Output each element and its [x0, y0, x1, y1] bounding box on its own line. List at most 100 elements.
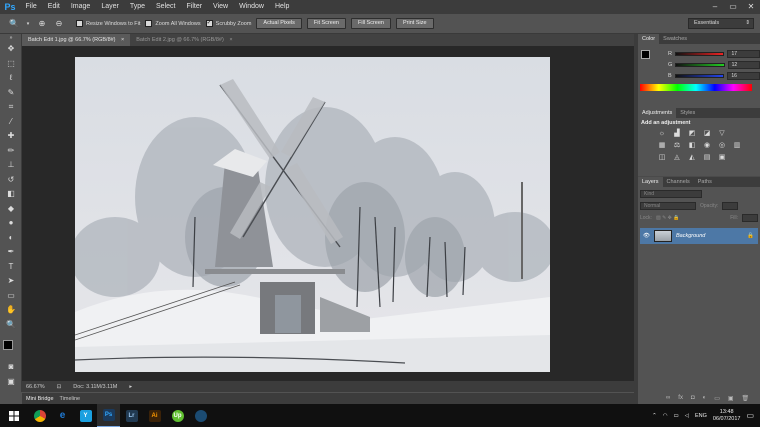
fill-screen-button[interactable]: Fill Screen — [351, 18, 391, 29]
tab-layers[interactable]: Layers — [638, 177, 663, 187]
menu-view[interactable]: View — [208, 0, 234, 14]
start-button[interactable] — [0, 404, 28, 427]
taskbar-photoshop[interactable]: Ps — [97, 404, 120, 427]
screen-mode-icon[interactable]: ▣ — [0, 375, 22, 390]
foreground-color[interactable] — [3, 340, 13, 350]
color-balance-icon[interactable]: ⚖ — [671, 141, 683, 151]
tab-swatches[interactable]: Swatches — [659, 34, 691, 44]
menu-type[interactable]: Type — [124, 0, 150, 14]
clock[interactable]: 13:48 06/07/2017 — [713, 409, 741, 423]
notifications-icon[interactable]: ▭ — [746, 411, 754, 420]
quick-select-tool-icon[interactable]: ✎ — [0, 86, 22, 101]
eyedropper-tool-icon[interactable]: ⁄ — [0, 115, 22, 130]
zoom-tool-panel-icon[interactable]: 🔍 — [0, 318, 22, 333]
mask-icon[interactable]: ◘ — [691, 395, 695, 402]
tab-channels[interactable]: Channels — [663, 177, 694, 187]
zoom-all-checkbox[interactable]: Zoom All Windows — [145, 20, 201, 27]
blue-slider[interactable] — [674, 73, 725, 78]
resize-windows-checkbox[interactable]: Resize Windows to Fit — [76, 20, 140, 27]
hue-saturation-icon[interactable]: ▦ — [656, 141, 668, 151]
curves-icon[interactable]: ◩ — [686, 129, 698, 139]
red-value[interactable]: 17 — [727, 49, 760, 58]
taskbar-chrome[interactable] — [28, 404, 51, 427]
exposure-icon[interactable]: ◪ — [701, 129, 713, 139]
chevron-up-icon[interactable]: ⌃ — [652, 413, 657, 419]
fx-icon[interactable]: fx — [678, 395, 683, 402]
workspace-select[interactable]: Essentials ⇕ — [688, 18, 754, 29]
info-icon[interactable]: ⊡ — [57, 384, 62, 390]
taskbar-illustrator[interactable]: Ai — [143, 404, 166, 427]
tab-batch-edit-1[interactable]: Batch Edit 1.jpg @ 66.7% (RGB/8#) × — [22, 34, 131, 46]
hand-tool-icon[interactable]: ✋ — [0, 303, 22, 318]
tab-batch-edit-2[interactable]: Batch Edit 2.jpg @ 66.7% (RGB/8#) × — [130, 34, 238, 46]
photo-filter-icon[interactable]: ◉ — [701, 141, 713, 151]
tab-adjustments[interactable]: Adjustments — [638, 108, 677, 118]
zoom-all-box[interactable] — [145, 20, 153, 27]
fit-screen-button[interactable]: Fit Screen — [306, 18, 346, 29]
layer-filter-select[interactable]: Kind — [640, 190, 702, 198]
scrubby-zoom-checkbox[interactable]: ✓ Scrubby Zoom — [205, 20, 251, 27]
document-image[interactable] — [75, 57, 550, 372]
marquee-tool-icon[interactable]: ⬚ — [0, 57, 22, 72]
canvas-area[interactable] — [22, 46, 634, 381]
link-icon[interactable]: ∞ — [666, 395, 670, 402]
tab-color[interactable]: Color — [638, 34, 660, 44]
path-select-tool-icon[interactable]: ➤ — [0, 274, 22, 289]
menu-image[interactable]: Image — [65, 0, 95, 14]
volume-icon[interactable]: ◁ — [685, 413, 689, 419]
lasso-tool-icon[interactable]: ℓ — [0, 71, 22, 86]
collapse-icon[interactable]: » — [0, 34, 22, 42]
taskbar-lightroom[interactable]: Lr — [120, 404, 143, 427]
green-slider[interactable] — [675, 62, 725, 67]
resize-windows-box[interactable] — [76, 20, 83, 27]
healing-brush-tool-icon[interactable]: ✚ — [0, 129, 22, 144]
rectangle-tool-icon[interactable]: ▭ — [0, 289, 22, 304]
color-lookup-icon[interactable]: ▥ — [731, 141, 743, 151]
tab-mini-bridge[interactable]: Mini Bridge — [26, 396, 54, 402]
taskbar-edge[interactable]: e — [51, 404, 74, 427]
blue-value[interactable]: 16 — [727, 71, 760, 80]
opacity-field[interactable] — [722, 202, 739, 210]
selective-color-icon[interactable]: ▣ — [716, 153, 728, 163]
menu-file[interactable]: File — [20, 0, 42, 14]
pen-tool-icon[interactable]: ✒ — [0, 245, 22, 260]
threshold-icon[interactable]: ◭ — [686, 153, 698, 163]
blend-mode-select[interactable]: Normal — [640, 202, 696, 210]
print-size-button[interactable]: Print Size — [395, 18, 434, 29]
color-spectrum[interactable] — [640, 84, 752, 91]
history-brush-tool-icon[interactable]: ↺ — [0, 173, 22, 188]
tab-paths[interactable]: Paths — [694, 177, 716, 187]
eraser-tool-icon[interactable]: ◧ — [0, 187, 22, 202]
move-tool-icon[interactable]: ✥ — [0, 42, 22, 57]
zoom-in-icon[interactable]: ⊕ — [36, 18, 48, 30]
fill-field[interactable] — [742, 214, 758, 222]
zoom-out-icon[interactable]: ⊖ — [53, 18, 65, 30]
crop-tool-icon[interactable]: ⌗ — [0, 100, 22, 115]
close-icon[interactable]: × — [229, 37, 232, 43]
taskbar-yammer[interactable]: Y — [74, 404, 97, 427]
clone-stamp-tool-icon[interactable]: ⊥ — [0, 158, 22, 173]
blur-tool-icon[interactable]: ● — [0, 216, 22, 231]
vibrance-icon[interactable]: ▽ — [716, 129, 728, 139]
network-icon[interactable]: ◠ — [663, 413, 668, 419]
channel-mixer-icon[interactable]: ◎ — [716, 141, 728, 151]
color-swatches[interactable] — [0, 338, 22, 360]
lock-icons[interactable]: ▨ ✎ ✥ 🔒 — [656, 215, 680, 221]
group-icon[interactable]: ▭ — [714, 395, 720, 402]
maximize-button[interactable]: ▭ — [724, 0, 742, 14]
zoom-level[interactable]: 66.67% — [26, 384, 45, 390]
green-value[interactable]: 12 — [727, 60, 760, 69]
status-arrow-icon[interactable]: ▸ — [129, 384, 132, 390]
actual-pixels-button[interactable]: Actual Pixels — [256, 18, 302, 29]
language-indicator[interactable]: ENG — [695, 413, 707, 419]
minimize-button[interactable]: – — [706, 0, 724, 14]
invert-icon[interactable]: ◫ — [656, 153, 668, 163]
battery-icon[interactable]: ▭ — [674, 413, 679, 419]
menu-help[interactable]: Help — [270, 0, 295, 14]
quick-mask-icon[interactable]: ◙ — [0, 360, 22, 375]
red-slider[interactable] — [674, 51, 725, 56]
new-layer-icon[interactable]: ▣ — [728, 395, 734, 402]
gradient-map-icon[interactable]: ▤ — [701, 153, 713, 163]
layer-background[interactable]: 👁 Background 🔒 — [640, 228, 758, 244]
levels-icon[interactable]: ▟ — [671, 129, 683, 139]
